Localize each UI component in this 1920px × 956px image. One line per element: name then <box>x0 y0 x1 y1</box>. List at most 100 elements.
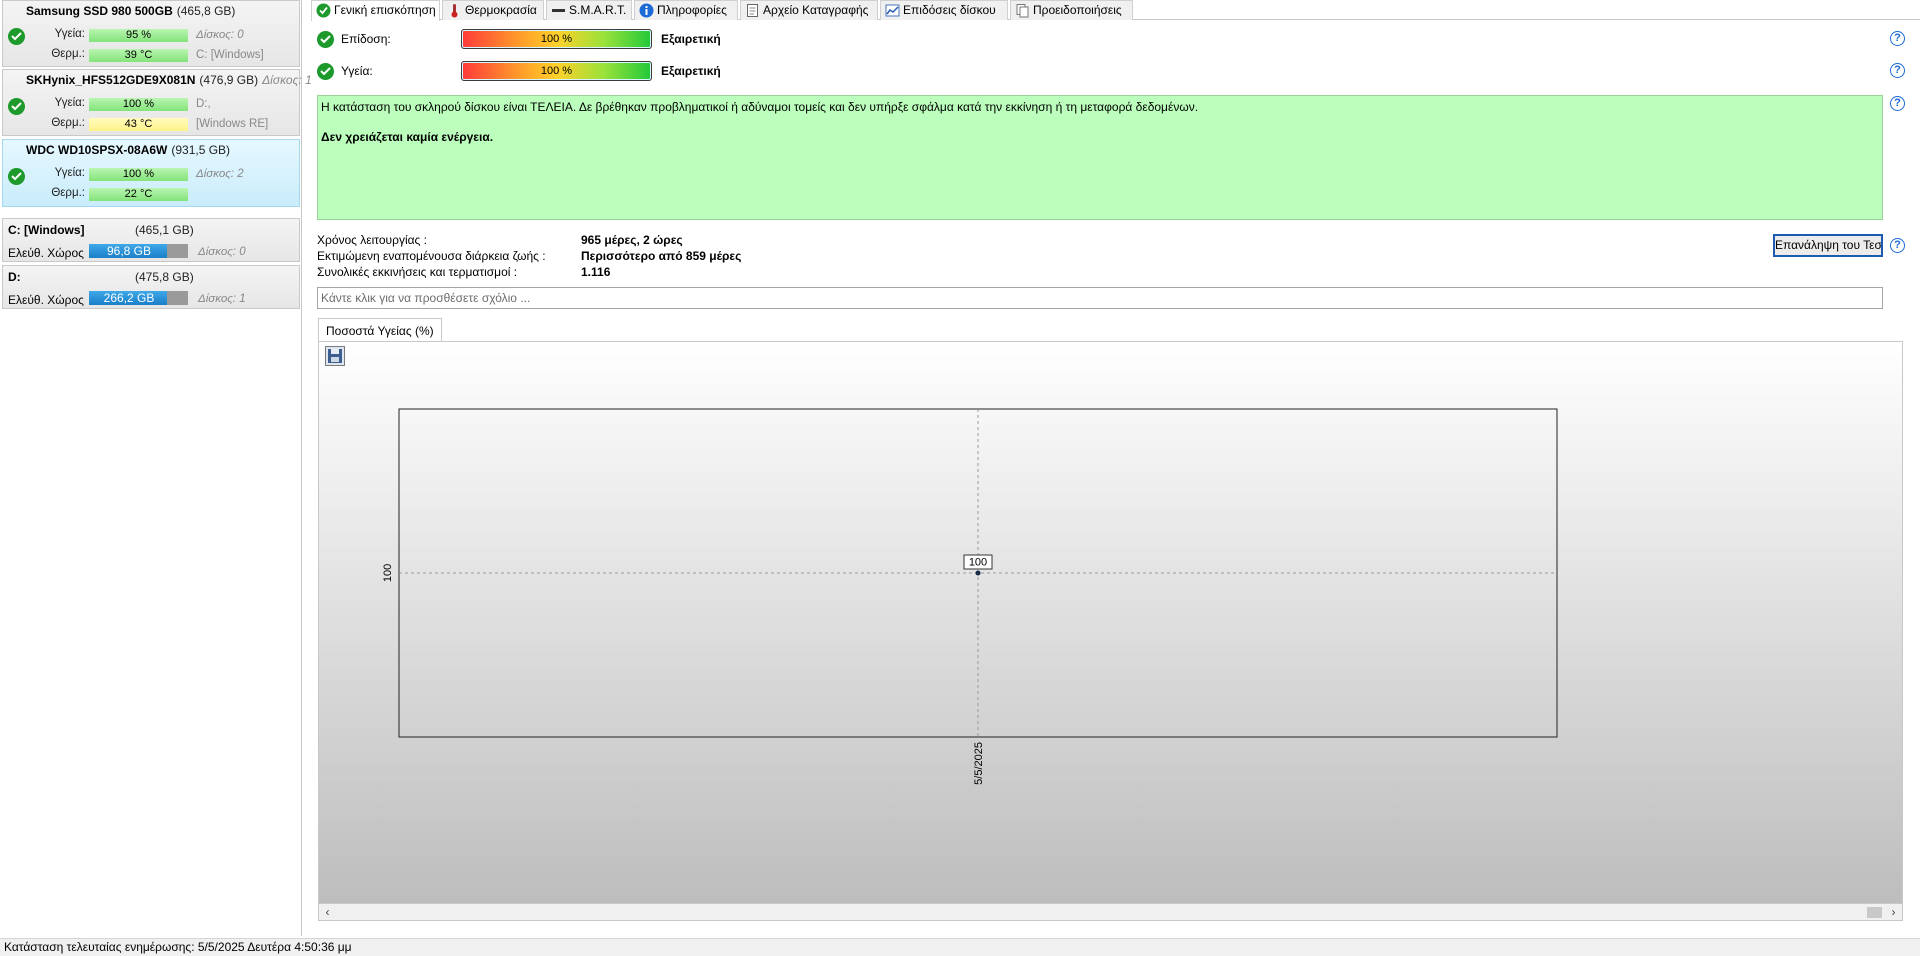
disk-name: Samsung SSD 980 500GB <box>26 4 173 18</box>
tab-bar: Γενική επισκόπηση Θερμοκρασία S.M.A.R.T.… <box>311 0 1920 21</box>
disk-partitions: C: [Windows] <box>196 49 264 61</box>
horizontal-scrollbar[interactable]: ‹ › <box>318 904 1903 921</box>
scroll-left-icon[interactable]: ‹ <box>319 904 336 920</box>
status-text: Η κατάσταση του σκληρού δίσκου είναι ΤΕΛ… <box>321 100 1199 114</box>
free-space-label: Ελεύθ. Χώρος <box>8 246 84 260</box>
check-circle-icon <box>316 3 331 18</box>
free-space-bar: 96,8 GB <box>89 244 188 258</box>
volume-name: D: <box>8 270 21 284</box>
health-bar: 100 % <box>89 168 188 181</box>
volume-name: C: [Windows] <box>8 223 85 237</box>
info-icon <box>639 3 654 18</box>
performance-bar: 100 % <box>461 29 652 49</box>
health-rating: Εξαιρετική <box>661 64 721 78</box>
tab-disk-performance[interactable]: Επιδόσεις δίσκου <box>880 0 1008 20</box>
tab-smart[interactable]: S.M.A.R.T. <box>546 0 632 20</box>
disk-capacity: (476,9 GB) <box>199 73 259 87</box>
data-point <box>975 570 981 576</box>
free-space-bar: 266,2 GB <box>89 291 188 305</box>
left-panel: Samsung SSD 980 500GB (465,8 GB) Υγεία: 9… <box>0 0 312 936</box>
tab-label: Επιδόσεις δίσκου <box>903 3 996 17</box>
free-space-label: Ελεύθ. Χώρος <box>8 293 84 307</box>
temp-bar: 43 °C <box>89 118 188 131</box>
health-label: Υγεία: <box>54 167 85 179</box>
tab-label: S.M.A.R.T. <box>569 3 627 17</box>
dash-icon <box>551 3 566 18</box>
log-file-icon <box>745 3 760 18</box>
save-icon[interactable] <box>325 346 345 366</box>
temp-label: Θερμ.: <box>51 117 85 129</box>
remaining-life-value: Περισσότερο από 859 μέρες <box>581 249 742 263</box>
performance-label: Επίδοση: <box>341 32 391 46</box>
health-bar: 95 % <box>89 29 188 42</box>
uptime-label: Χρόνος λειτουργίας : <box>317 233 427 247</box>
health-chart: 100 5/5/2025 100 <box>382 408 1558 785</box>
disk-card-1[interactable]: SKHynix_HFS512GDE9X081N (476,9 GB) Δίσκος:… <box>2 69 312 136</box>
health-label: Υγεία: <box>54 97 85 109</box>
scroll-thumb[interactable] <box>1867 907 1882 918</box>
health-bar: 100 % <box>89 98 188 111</box>
volume-capacity: (465,1 GB) <box>135 223 194 237</box>
volume-disk: Δίσκος: 0 <box>198 246 246 258</box>
temp-label: Θερμ.: <box>51 187 85 199</box>
disk-capacity: (465,8 GB) <box>176 4 236 18</box>
power-cycles-label: Συνολικές εκκινήσεις και τερματισμοί : <box>317 265 518 279</box>
action-text: Δεν χρειάζεται καμία ενέργεια. <box>321 130 494 144</box>
health-value: 100 % <box>540 65 573 77</box>
scroll-right-icon[interactable]: › <box>1885 904 1902 920</box>
help-icon[interactable]: ? <box>1890 31 1905 46</box>
temp-label: Θερμ.: <box>51 48 85 60</box>
uptime-value: 965 μέρες, 2 ώρες <box>581 233 683 247</box>
tab-temperature[interactable]: Θερμοκρασία <box>442 0 544 20</box>
status-message-box: Η κατάσταση του σκληρού δίσκου είναι ΤΕΛ… <box>317 95 1883 220</box>
volume-capacity: (475,8 GB) <box>135 270 194 284</box>
disk-number: Δίσκος: 0 <box>196 29 244 41</box>
x-tick-label: 5/5/2025 <box>973 742 985 785</box>
free-space-value: 266,2 GB <box>103 291 155 305</box>
performance-value: 100 % <box>540 33 573 45</box>
tab-alerts[interactable]: Προειδοποιήσεις <box>1010 0 1133 20</box>
alerts-icon <box>1015 3 1030 18</box>
free-space-value: 96,8 GB <box>106 244 152 258</box>
disk-title: SKHynix_HFS512GDE9X081N (476,9 GB) Δίσκος:… <box>26 73 312 87</box>
y-tick-label: 100 <box>382 564 394 582</box>
disk-capacity: (931,5 GB) <box>171 143 231 157</box>
performance-check-icon <box>317 31 334 48</box>
temp-bar: 39 °C <box>89 49 188 62</box>
disk-card-2[interactable]: WDC WD10SPSX-08A6W (931,5 GB) Υγεία: 100 … <box>2 139 300 207</box>
tab-label: Προειδοποιήσεις <box>1033 3 1122 17</box>
disk-number: Δίσκος: 1 <box>262 73 312 87</box>
volume-card-d[interactable]: D: (475,8 GB) Ελεύθ. Χώρος 266,2 GB Δίσκ… <box>2 265 300 309</box>
power-cycles-value: 1.116 <box>581 265 611 279</box>
tab-info[interactable]: Πληροφορίες <box>634 0 738 20</box>
disk-name: WDC WD10SPSX-08A6W <box>26 143 168 157</box>
health-label: Υγεία: <box>341 64 373 78</box>
chart-area: 100 5/5/2025 100 <box>318 341 1903 904</box>
thermometer-icon <box>447 3 462 18</box>
tab-log[interactable]: Αρχείο Καταγραφής <box>740 0 878 20</box>
disk-title: Samsung SSD 980 500GB (465,8 GB) <box>26 4 235 18</box>
performance-rating: Εξαιρετική <box>661 32 721 46</box>
volume-disk: Δίσκος: 1 <box>198 293 246 305</box>
health-bar: 100 % <box>461 61 652 81</box>
remaining-life-label: Εκτιμώμενη εναπομένουσα διάρκεια ζωής : <box>317 249 546 263</box>
disk-partitions: D:, <box>196 98 211 110</box>
retest-button[interactable]: Επανάληψη του Τεστ <box>1773 234 1883 257</box>
disk-name: SKHynix_HFS512GDE9X081N <box>26 73 196 87</box>
temp-bar: 22 °C <box>89 188 188 201</box>
help-icon[interactable]: ? <box>1890 63 1905 78</box>
tab-label: Γενική επισκόπηση <box>334 3 436 17</box>
tab-overview[interactable]: Γενική επισκόπηση <box>311 0 440 21</box>
volume-card-c[interactable]: C: [Windows] (465,1 GB) Ελεύθ. Χώρος 96,… <box>2 218 300 262</box>
tab-health-chart[interactable]: Ποσοστά Υγείας (%) <box>318 318 442 342</box>
comment-input[interactable]: Κάντε κλικ για να προσθέσετε σχόλιο ... <box>317 287 1883 309</box>
tab-label: Πληροφορίες <box>657 3 727 17</box>
disk-card-0[interactable]: Samsung SSD 980 500GB (465,8 GB) Υγεία: 9… <box>2 0 300 67</box>
help-icon[interactable]: ? <box>1890 96 1905 111</box>
tab-label: Αρχείο Καταγραφής <box>763 3 869 17</box>
data-label: 100 <box>969 557 987 569</box>
disk-title: WDC WD10SPSX-08A6W (931,5 GB) <box>26 143 230 157</box>
help-icon[interactable]: ? <box>1890 238 1905 253</box>
tab-label: Θερμοκρασία <box>465 3 537 17</box>
chart-icon <box>885 3 900 18</box>
